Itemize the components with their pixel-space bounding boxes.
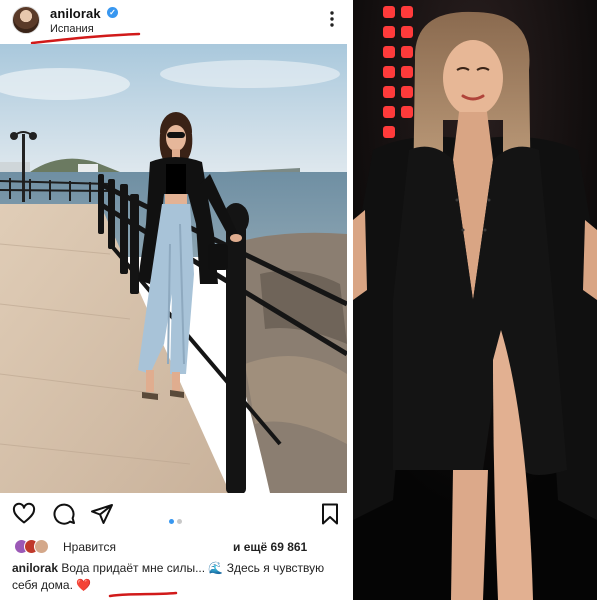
post-caption: anilorak Вода придаёт мне силы... 🌊 Здес… xyxy=(12,560,342,594)
more-icon[interactable] xyxy=(322,10,342,28)
instagram-post: anilorak ✓ Испания Нравится и ещё 69 861… xyxy=(0,0,352,600)
liker-avatar xyxy=(34,539,49,554)
post-actions xyxy=(0,498,352,532)
verified-badge-icon: ✓ xyxy=(107,7,118,18)
share-icon[interactable] xyxy=(90,502,114,526)
post-username[interactable]: anilorak xyxy=(50,6,101,21)
liker-avatars[interactable] xyxy=(14,539,60,555)
save-icon[interactable] xyxy=(318,502,342,526)
likes-count[interactable]: и ещё 69 861 xyxy=(233,540,307,554)
heart-emoji-icon: ❤️ xyxy=(76,578,92,592)
caption-text: Вода придаёт мне силы... xyxy=(61,561,206,575)
wave-emoji-icon: 🌊 xyxy=(208,561,224,575)
carousel-indicator xyxy=(169,511,185,529)
carousel-dot xyxy=(177,519,182,524)
heart-icon[interactable] xyxy=(12,502,36,526)
post-photo[interactable] xyxy=(0,44,347,493)
avatar[interactable] xyxy=(12,6,40,34)
caption-username[interactable]: anilorak xyxy=(12,561,58,575)
likes-row: Нравится и ещё 69 861 xyxy=(0,535,352,557)
post-header: anilorak ✓ Испания xyxy=(0,0,352,45)
comment-icon[interactable] xyxy=(52,502,76,526)
stage-photo xyxy=(353,0,597,600)
carousel-dot-active xyxy=(169,519,174,524)
likes-label[interactable]: Нравится xyxy=(63,540,116,554)
caption-annotation-underline xyxy=(108,591,178,598)
